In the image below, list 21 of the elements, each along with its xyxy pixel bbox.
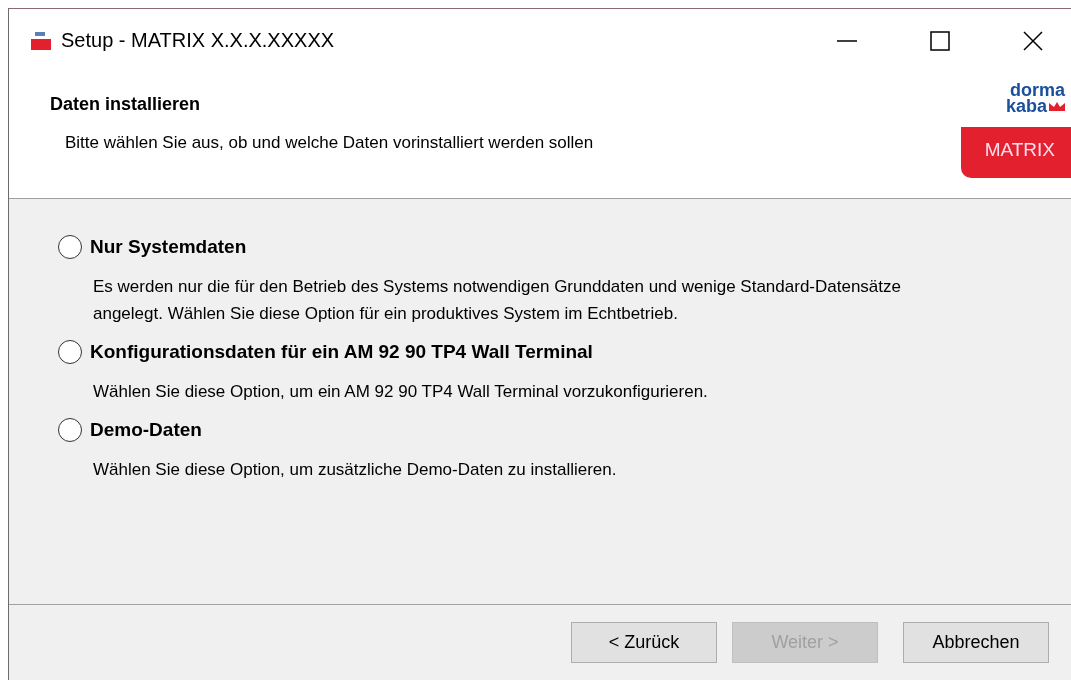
- wizard-button[interactable]: Abbrechen: [903, 622, 1049, 663]
- option-description: Wählen Sie diese Option, um zusätzliche Demo-Daten zu installieren.: [93, 459, 618, 481]
- page-subtitle: Bitte wählen Sie aus, ob und welche Daten vorinstalliert werden sollen: [65, 133, 594, 153]
- close-icon[interactable]: [1023, 30, 1043, 51]
- page-title: Daten installieren: [50, 94, 202, 115]
- option-label[interactable]: Demo-Daten: [90, 419, 202, 441]
- logo-text: dorma: [1010, 82, 1065, 98]
- option-label[interactable]: Konfigurationsdaten für ein AM 92 90 TP4 Wall Terminal: [90, 341, 593, 363]
- logo-mark-icon: [1049, 101, 1065, 111]
- window-title: Setup - MATRIX X.X.X.XXXXX: [61, 29, 335, 52]
- wizard-button[interactable]: < Zurück: [571, 622, 717, 663]
- maximize-icon[interactable]: [930, 30, 950, 51]
- logo-text: kaba: [1005, 98, 1047, 114]
- option-description: Es werden nur die für den Betrieb des Systems notwendigen Grunddaten und wenige Standard-Datensätze angelegt. Wählen Sie diese Option für ein produktives System im Echtbetrieb.: [93, 276, 902, 325]
- radio-button[interactable]: [58, 418, 82, 442]
- option-label[interactable]: Nur Systemdaten: [90, 236, 247, 258]
- app-icon: [31, 31, 51, 50]
- option-description: Wählen Sie diese Option, um ein AM 92 90 TP4 Wall Terminal vorzukonfigurieren.: [93, 381, 709, 403]
- radio-button[interactable]: [58, 235, 82, 259]
- radio-button[interactable]: [58, 340, 82, 364]
- product-badge: MATRIX: [960, 127, 1071, 178]
